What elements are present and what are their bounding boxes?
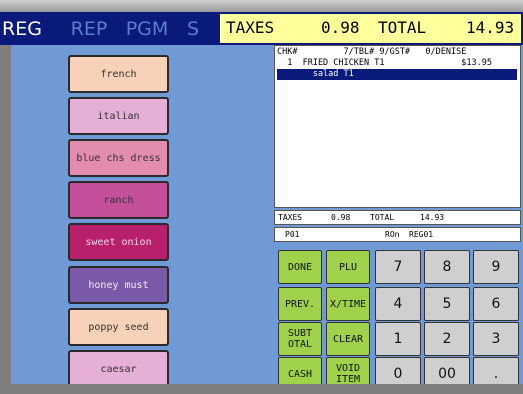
option-italian-button[interactable]: italian [68,97,169,135]
numkey-9[interactable]: 9 [473,250,519,284]
totals-header: TAXES 0.98 TOTAL 14.93 [220,14,521,43]
tab-reg[interactable]: REG [0,12,44,45]
tab-s[interactable]: S [178,12,208,45]
window-top-strip [0,0,523,12]
status-r: ROn [385,230,400,239]
receipt-item-line[interactable]: 1 FRIED CHICKEN T1 $13.95 [277,58,492,69]
status-p: P01 [285,230,300,239]
option-sweet-onion-button[interactable]: sweet onion [68,223,169,261]
numkey-8[interactable]: 8 [424,250,470,284]
option-caesar-button[interactable]: caesar [68,350,169,388]
numkey-1[interactable]: 1 [375,322,421,356]
option-ranch-button[interactable]: ranch [68,181,169,219]
numkey-4[interactable]: 4 [375,287,421,321]
header-total-value: 14.93 [466,18,515,37]
bottom-strip [0,384,523,394]
status-reg: REG01 [409,230,434,239]
summary-taxes-value: 0.98 [331,213,351,222]
numkey-7[interactable]: 7 [375,250,421,284]
prev-button[interactable]: PREV. [278,287,322,321]
numkey-6[interactable]: 6 [473,287,519,321]
summary-taxes-label: TAXES [278,213,303,222]
option-poppy-seed-button[interactable]: poppy seed [68,308,169,346]
summary-total-label: TOTAL [370,213,395,222]
option-blue-chs-dress-button[interactable]: blue chs dress [68,139,169,177]
check-summary-line: TAXES 0.98 TOTAL 14.93 [274,210,521,225]
numkey-2[interactable]: 2 [424,322,470,356]
terminal-status-line: P01 ROn REG01 [274,227,521,242]
numkey-3[interactable]: 3 [473,322,519,356]
subtotal-button[interactable]: SUBT OTAL [278,322,322,356]
plu-button[interactable]: PLU [326,250,370,284]
tab-rep[interactable]: REP [60,12,118,45]
clear-button[interactable]: CLEAR [326,322,370,356]
tab-pgm[interactable]: PGM [118,12,176,45]
receipt-selected-line[interactable]: salad T1 [277,69,517,80]
numkey-5[interactable]: 5 [424,287,470,321]
header-taxes-label: TAXES [226,18,275,37]
x-time-button[interactable]: X/TIME [326,287,370,321]
header-taxes-value: 0.98 [321,18,360,37]
option-french-button[interactable]: french [68,55,169,93]
summary-total-value: 14.93 [420,213,445,222]
done-button[interactable]: DONE [278,250,322,284]
receipt-header-line: CHK# 7/TBL# 9/GST# 0/DENISE [277,47,467,57]
header-total-label: TOTAL [378,18,427,37]
check-display: CHK# 7/TBL# 9/GST# 0/DENISE 1 FRIED CHIC… [274,45,521,208]
option-honey-must-button[interactable]: honey must [68,266,169,304]
